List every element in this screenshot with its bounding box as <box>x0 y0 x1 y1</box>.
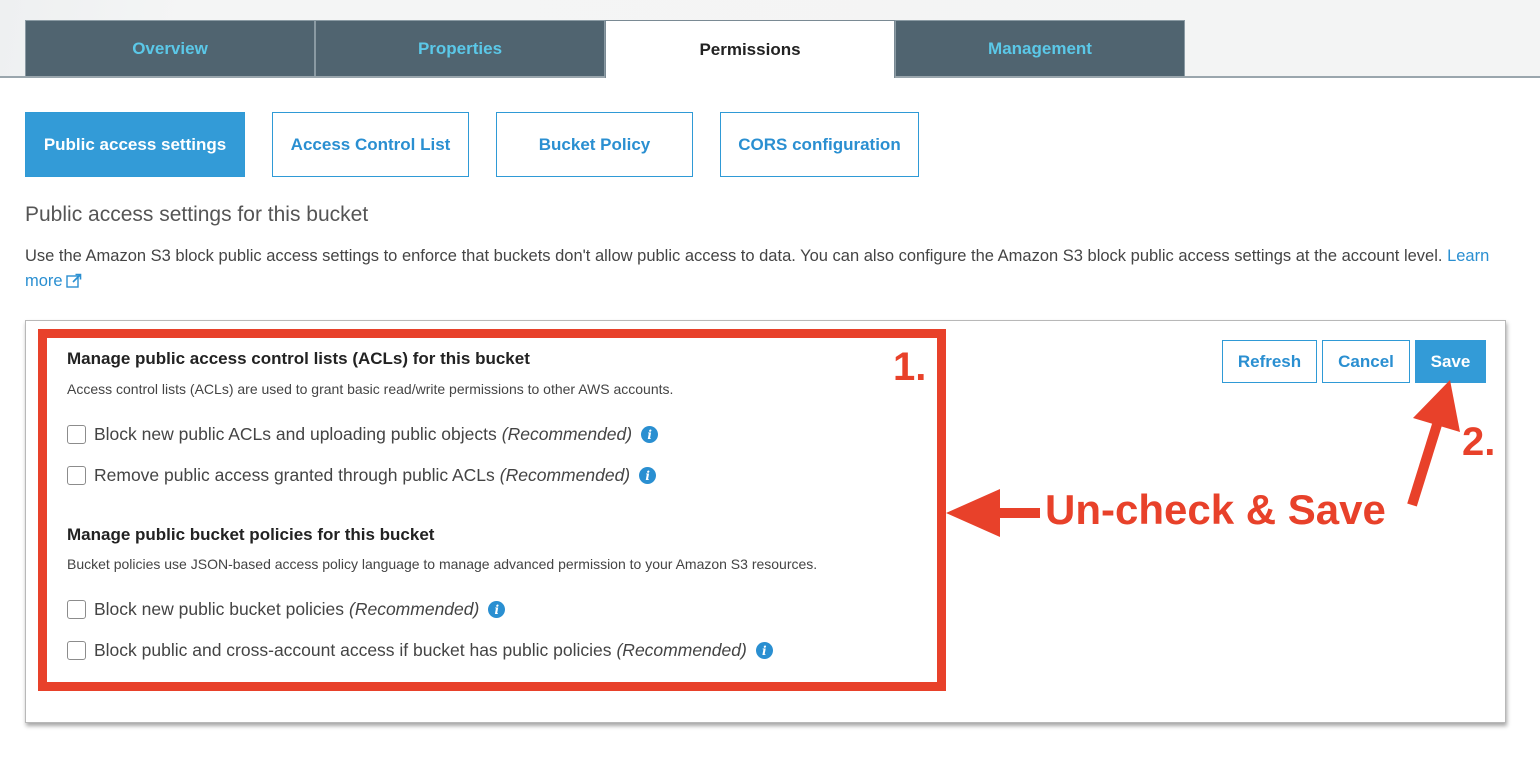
tab-management[interactable]: Management <box>895 20 1185 76</box>
main-tabs: Overview Properties Permissions Manageme… <box>25 20 1185 78</box>
section-title: Public access settings for this bucket <box>25 203 369 226</box>
subtab-public-access-settings[interactable]: Public access settings <box>25 112 245 177</box>
subtab-cors-configuration[interactable]: CORS configuration <box>720 112 919 177</box>
subtab-access-control-list[interactable]: Access Control List <box>272 112 469 177</box>
subtab-bucket-policy[interactable]: Bucket Policy <box>496 112 693 177</box>
tab-permissions[interactable]: Permissions <box>605 20 895 78</box>
highlight-box <box>38 329 946 691</box>
cancel-button[interactable]: Cancel <box>1322 340 1410 383</box>
permission-subtabs: Public access settings Access Control Li… <box>25 112 946 177</box>
description-text: Use the Amazon S3 block public access se… <box>25 247 1443 265</box>
instruction-label: Un-check & Save <box>1045 486 1386 533</box>
step-2-label: 2. <box>1462 420 1496 464</box>
step-1-label: 1. <box>893 345 927 389</box>
save-button[interactable]: Save <box>1415 340 1486 383</box>
section-description: Use the Amazon S3 block public access se… <box>25 244 1515 296</box>
tab-properties[interactable]: Properties <box>315 20 605 76</box>
refresh-button[interactable]: Refresh <box>1222 340 1317 383</box>
tab-overview[interactable]: Overview <box>25 20 315 76</box>
external-link-icon <box>65 271 82 296</box>
